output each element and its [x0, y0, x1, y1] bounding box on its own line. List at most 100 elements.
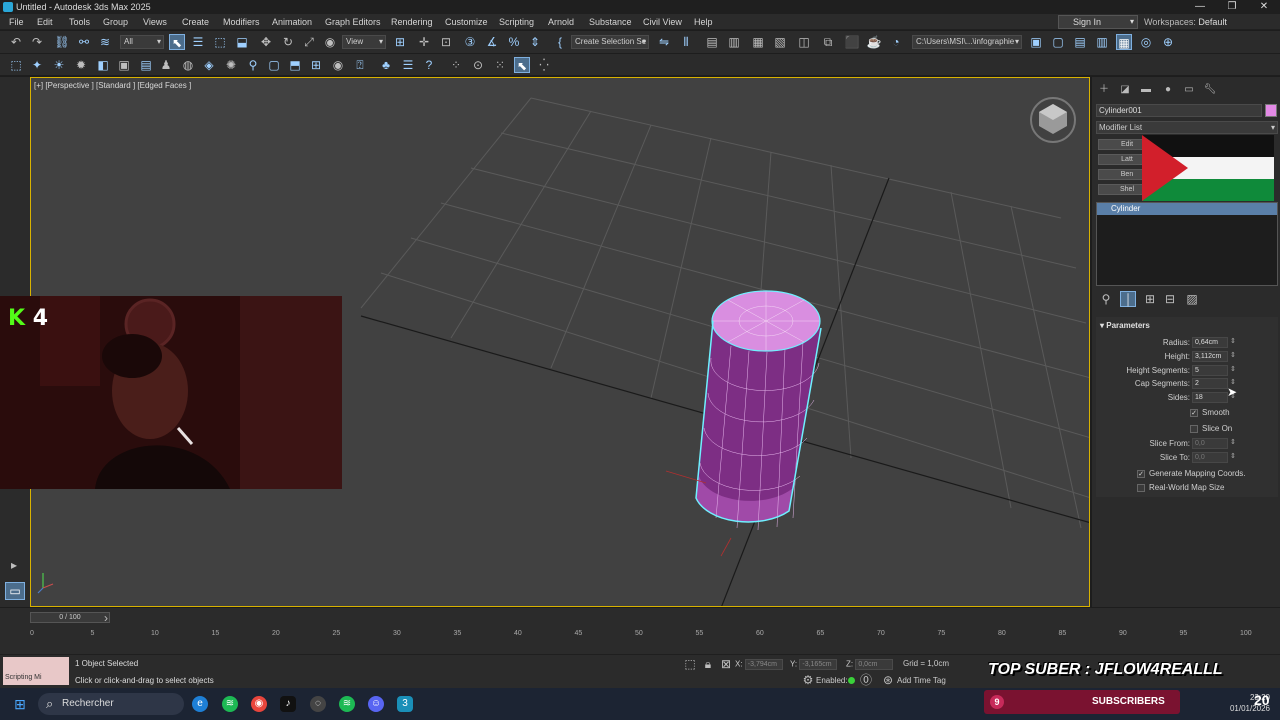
doc-icon[interactable]: ▤ — [138, 57, 154, 73]
zero-icon[interactable]: ⓪ — [858, 672, 874, 688]
absolute-mode-icon[interactable]: ⊠ — [718, 656, 734, 672]
cap-segments-spinner[interactable]: 2 — [1192, 378, 1228, 389]
reference-coordinate-dropdown[interactable]: View — [342, 35, 386, 49]
y-field[interactable]: -3,165cm — [799, 659, 838, 670]
geometry-icon[interactable]: ◈ — [201, 57, 217, 73]
percent-snap-icon[interactable]: % — [506, 34, 522, 50]
menu-file[interactable]: File — [9, 17, 24, 27]
object-color-swatch[interactable] — [1265, 104, 1277, 117]
remove-modifier-icon[interactable]: ⊟ — [1162, 291, 1178, 307]
next-frame-icon[interactable]: › — [98, 610, 114, 626]
menu-customize[interactable]: Customize — [445, 17, 488, 27]
pivot-center-icon[interactable]: ⊞ — [392, 34, 408, 50]
menu-civil-view[interactable]: Civil View — [643, 17, 682, 27]
move-icon[interactable]: ✥ — [258, 34, 274, 50]
bulb-icon[interactable]: ⚲ — [245, 57, 261, 73]
project-folder-dropdown[interactable]: C:\Users\MSI\...\infographie — [912, 35, 1022, 49]
display-tab-icon[interactable]: ▭ — [1182, 83, 1196, 97]
slate-icon[interactable]: ◧ — [95, 57, 111, 73]
slice-to-spinner[interactable]: 0,0 — [1192, 452, 1228, 463]
play-arrow-icon[interactable]: ▸ — [6, 557, 22, 573]
arnold-ipr-icon[interactable]: ⊕ — [1160, 34, 1176, 50]
height-segments-spinner[interactable]: 5 — [1192, 365, 1228, 376]
make-unique-icon[interactable]: ⊞ — [1142, 291, 1158, 307]
link-icon[interactable]: ⛓ — [54, 34, 70, 50]
viewport-layout-icon[interactable]: ▦ — [1116, 34, 1132, 50]
box-icon[interactable]: ▢ — [266, 57, 282, 73]
place-icon[interactable]: ◉ — [322, 34, 338, 50]
spinner-snap-icon[interactable]: ⇕ — [527, 34, 543, 50]
menu-help[interactable]: Help — [694, 17, 713, 27]
mirror-icon[interactable]: ⇋ — [656, 34, 672, 50]
chrome-icon[interactable]: ◉ — [251, 696, 267, 712]
help-icon[interactable]: ? — [421, 57, 437, 73]
select-manipulate-icon[interactable]: ✛ — [416, 34, 432, 50]
viewport-label[interactable]: [+] [Perspective ] [Standard ] [Edged Fa… — [34, 81, 191, 90]
sides-spinner[interactable]: 18 — [1192, 392, 1228, 403]
arnold-render-icon[interactable]: ◎ — [1138, 34, 1154, 50]
align-icon[interactable]: ⫴ — [678, 34, 694, 50]
stack-item-cylinder[interactable]: Cylinder — [1097, 203, 1277, 215]
question-icon[interactable]: ⍰ — [352, 57, 368, 73]
menu-views[interactable]: Views — [143, 17, 167, 27]
selection-lock-icon[interactable]: 🔒︎ — [700, 656, 716, 672]
camera-icon[interactable]: ▣ — [116, 57, 132, 73]
list-icon[interactable]: ☰ — [400, 57, 416, 73]
modify-tab-icon[interactable]: ◪ — [1118, 83, 1132, 97]
bind-space-warp-icon[interactable]: ≋ — [97, 34, 113, 50]
spotify-app-icon[interactable]: ≋ — [339, 696, 355, 712]
menu-tools[interactable]: Tools — [69, 17, 90, 27]
edge-icon[interactable]: e — [192, 696, 208, 712]
configure-sets-icon[interactable]: ▨ — [1184, 291, 1200, 307]
close-button[interactable]: ✕ — [1248, 0, 1280, 14]
create-tab-icon[interactable]: ＋ — [1097, 83, 1111, 97]
radius-spinner-arrows-icon[interactable]: ⇕ — [1230, 337, 1236, 345]
discord-icon[interactable]: ☺ — [368, 696, 384, 712]
schematic-view-icon[interactable]: ▧ — [772, 34, 788, 50]
x-field[interactable]: -3,794cm — [744, 659, 783, 670]
scene-explorer-icon[interactable]: ▥ — [1094, 34, 1110, 50]
maximize-button[interactable]: ❐ — [1216, 0, 1248, 14]
sun-icon[interactable]: ✹ — [73, 57, 89, 73]
add-time-tag[interactable]: Add Time Tag — [897, 676, 946, 685]
menu-animation[interactable]: Animation — [272, 17, 312, 27]
region-icon[interactable]: ⬒ — [287, 57, 303, 73]
window-crossing-icon[interactable]: ⬓ — [234, 34, 250, 50]
selection-filter-dropdown[interactable]: All — [120, 35, 164, 49]
rectangular-selection-icon[interactable]: ⬚ — [212, 34, 228, 50]
render-frame-icon[interactable]: ⬛ — [844, 34, 860, 50]
material-editor-icon[interactable]: ◫ — [796, 34, 812, 50]
light-icon[interactable]: ☀ — [51, 57, 67, 73]
layer-explorer-icon[interactable]: ▤ — [704, 34, 720, 50]
enabled-indicator-icon[interactable] — [848, 677, 855, 684]
menu-scripting[interactable]: Scripting — [499, 17, 534, 27]
target-icon[interactable]: ⊙ — [470, 57, 486, 73]
smooth-checkbox[interactable]: ✓ Smooth — [1190, 408, 1230, 420]
redo-icon[interactable]: ↷ — [29, 34, 45, 50]
pin-stack-icon[interactable]: ⚲ — [1098, 291, 1114, 307]
render-setup-icon[interactable]: ⧉ — [820, 34, 836, 50]
object-name-field[interactable]: Cylinder001 — [1096, 104, 1262, 117]
slice-from-spinner[interactable]: 0,0 — [1192, 438, 1228, 449]
spotify-icon[interactable]: ≋ — [222, 696, 238, 712]
hierarchy-tab-icon[interactable]: ▬ — [1139, 83, 1153, 97]
menu-substance[interactable]: Substance — [589, 17, 632, 27]
render-production-icon[interactable]: ☕ — [866, 34, 882, 50]
menu-edit[interactable]: Edit — [37, 17, 53, 27]
snap-ribbon-icon[interactable]: ⬚ — [8, 57, 24, 73]
show-end-result-icon[interactable]: ⏐ — [1120, 291, 1136, 307]
menu-rendering[interactable]: Rendering — [391, 17, 433, 27]
unlink-icon[interactable]: ⚯ — [76, 34, 92, 50]
track-bar[interactable]: 0 5 10 15 20 25 30 35 40 45 50 55 60 65 70 75 80 85 90 95 10… — [30, 630, 1252, 652]
tree-icon[interactable]: ♣ — [378, 57, 394, 73]
menu-arnold[interactable]: Arnold — [548, 17, 574, 27]
modifier-icon[interactable]: ⬉ — [514, 57, 530, 73]
minimize-button[interactable]: — — [1184, 0, 1216, 14]
parameters-rollout-title[interactable]: ▾ Parameters — [1100, 321, 1150, 330]
maxscript-listener[interactable]: Scripting Mi — [3, 657, 69, 685]
helper-icon[interactable]: ♟ — [158, 57, 174, 73]
snaps-toggle-icon[interactable]: ③ — [462, 34, 478, 50]
dots-icon[interactable]: ⁘ — [448, 57, 464, 73]
radius-spinner[interactable]: 0,64cm — [1192, 337, 1228, 348]
slice-on-checkbox[interactable]: Slice On — [1190, 424, 1232, 436]
